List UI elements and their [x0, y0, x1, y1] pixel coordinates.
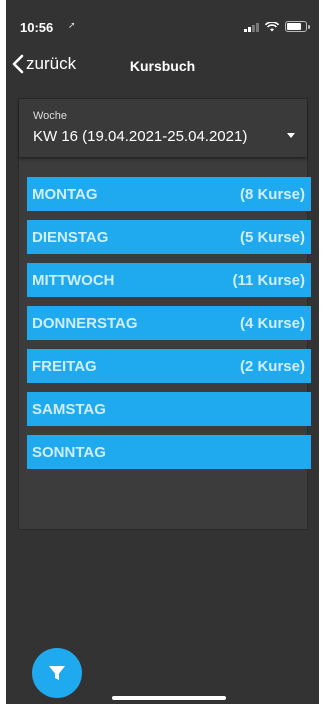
day-name: FREITAG — [32, 357, 97, 375]
day-item-freitag[interactable]: FREITAG (2 Kurse) — [27, 349, 311, 383]
wifi-icon — [265, 21, 279, 31]
location-icon: ➚ — [68, 20, 76, 30]
day-item-donnerstag[interactable]: DONNERSTAG (4 Kurse) — [27, 306, 311, 340]
caret-down-icon — [287, 133, 295, 138]
week-label: Woche — [33, 110, 68, 122]
day-name: DIENSTAG — [32, 228, 109, 246]
battery-icon — [285, 21, 310, 32]
day-name: MITTWOCH — [32, 271, 115, 289]
day-item-dienstag[interactable]: DIENSTAG (5 Kurse) — [27, 220, 311, 254]
app-screen: 10:56 ➚ zurück Kursbuch Woche KW 16 (19.… — [6, 0, 319, 704]
status-icons — [244, 21, 310, 32]
signal-icon — [244, 22, 259, 32]
day-list: MONTAG (8 Kurse) DIENSTAG (5 Kurse) MITT… — [27, 177, 311, 478]
course-count: (4 Kurse) — [239, 314, 305, 332]
status-time: 10:56 — [20, 20, 54, 35]
day-name: MONTAG — [32, 185, 98, 203]
day-item-montag[interactable]: MONTAG (8 Kurse) — [27, 177, 311, 211]
course-count: (5 Kurse) — [239, 228, 305, 246]
status-bar: 10:56 ➚ — [6, 0, 319, 44]
day-item-mittwoch[interactable]: MITTWOCH (11 Kurse) — [27, 263, 311, 297]
day-name: SAMSTAG — [32, 400, 106, 418]
day-item-sonntag[interactable]: SONNTAG — [27, 435, 311, 469]
week-value: KW 16 (19.04.2021-25.04.2021) — [33, 128, 248, 145]
course-book-panel: Woche KW 16 (19.04.2021-25.04.2021) MONT… — [18, 98, 311, 530]
navigation-bar: zurück Kursbuch — [6, 44, 319, 88]
course-count: (8 Kurse) — [239, 185, 305, 203]
course-count: (11 Kurse) — [232, 271, 305, 289]
filter-icon — [49, 666, 65, 680]
day-item-samstag[interactable]: SAMSTAG — [27, 392, 311, 426]
course-count: (2 Kurse) — [239, 357, 305, 375]
home-indicator[interactable] — [112, 696, 226, 700]
day-name: SONNTAG — [32, 443, 106, 461]
week-dropdown[interactable]: Woche KW 16 (19.04.2021-25.04.2021) — [19, 99, 307, 157]
filter-button[interactable] — [32, 648, 82, 698]
day-name: DONNERSTAG — [32, 314, 138, 332]
page-title: Kursbuch — [129, 58, 196, 74]
